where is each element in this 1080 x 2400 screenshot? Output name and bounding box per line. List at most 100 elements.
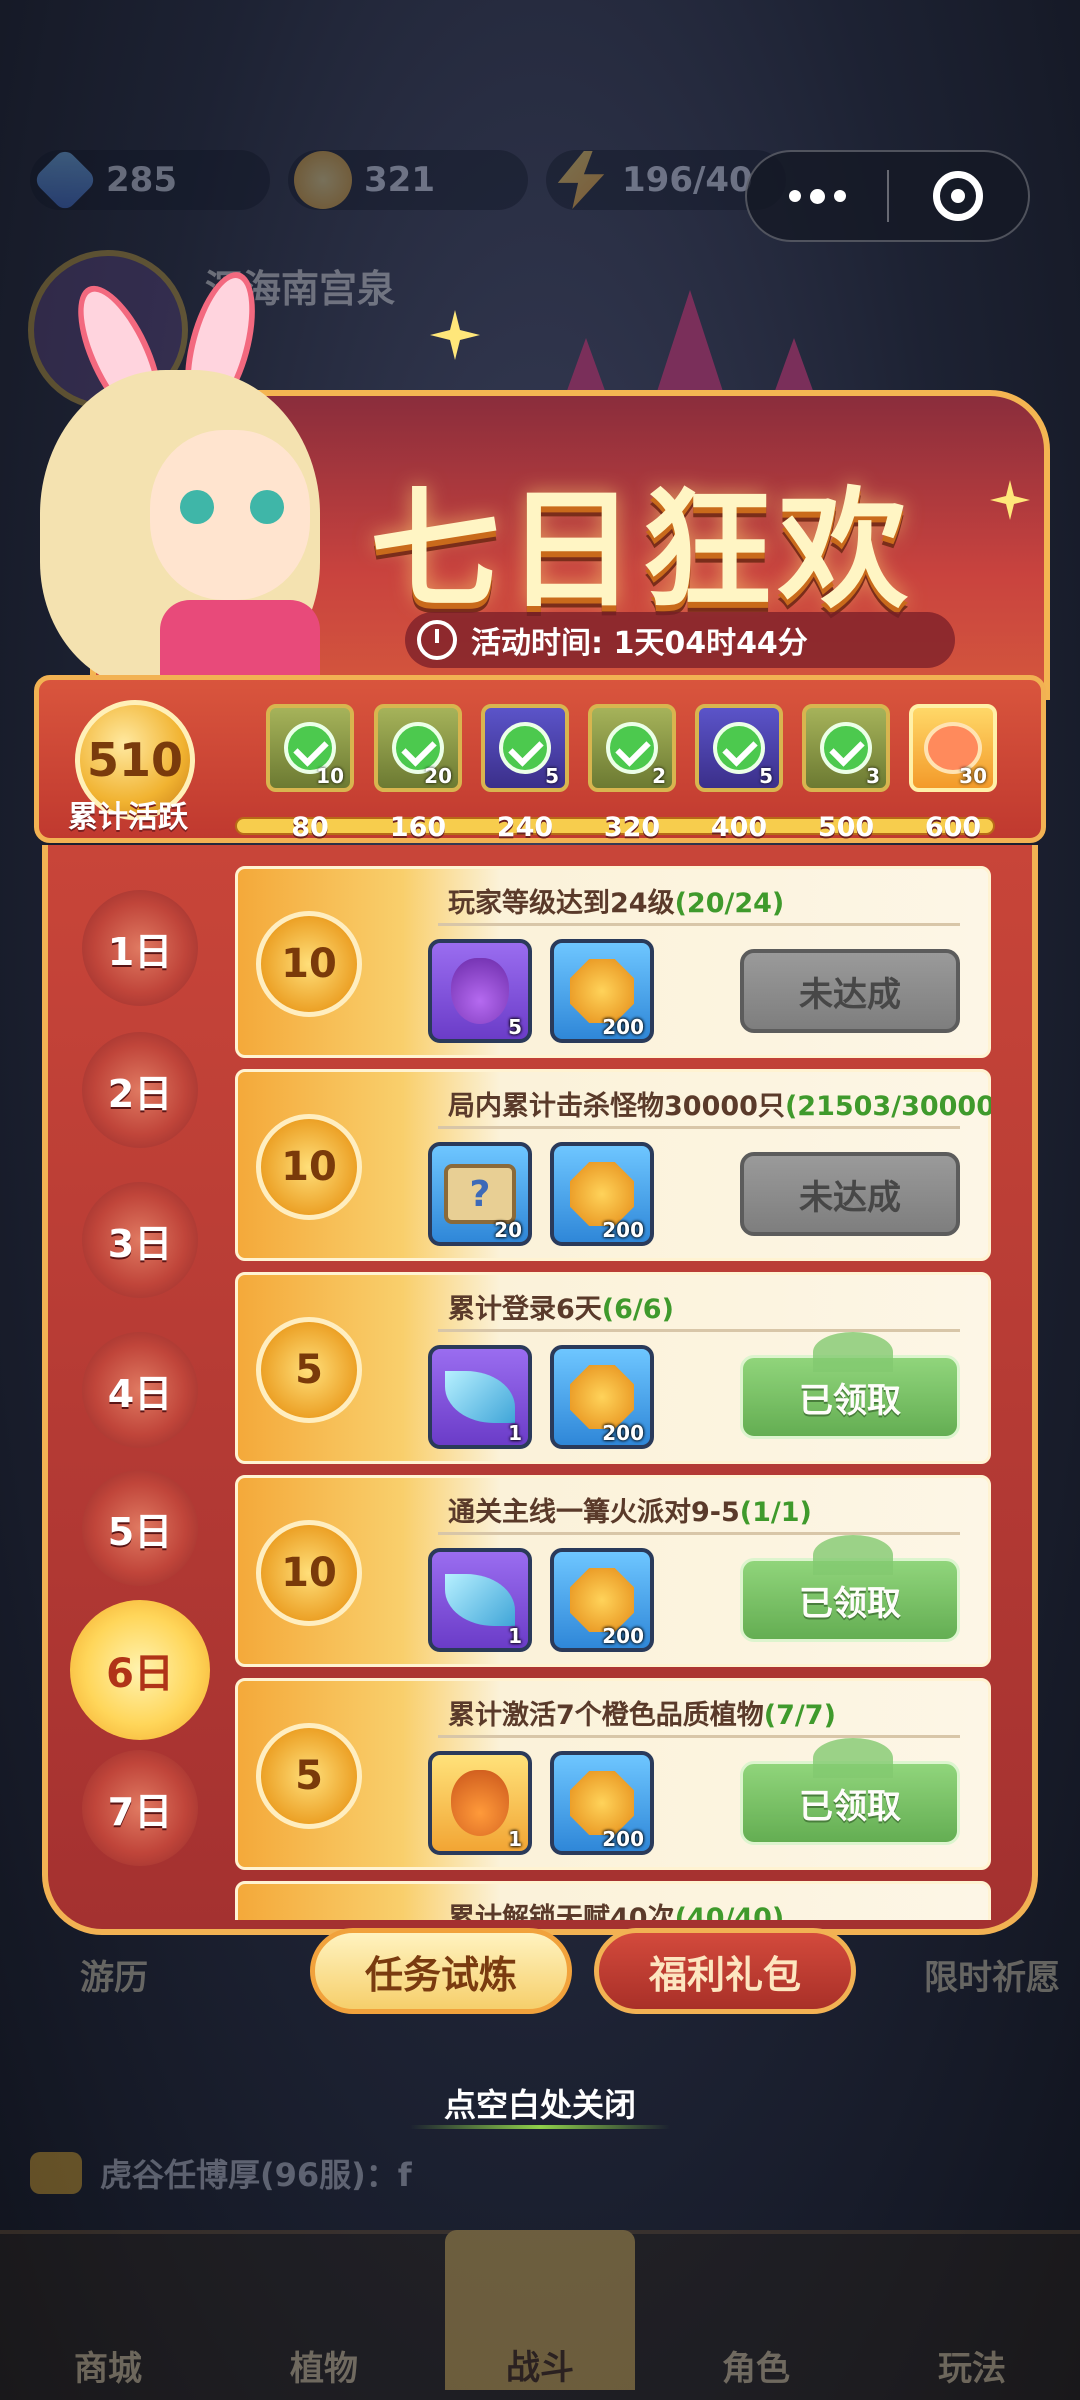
day-tab-4[interactable]: 4日 [82, 1332, 198, 1448]
reward-item[interactable]: 200 [550, 939, 654, 1043]
task-card: 10 玩家等级达到24级(20/24) 5 200 未达成 [235, 866, 991, 1058]
check-icon [713, 722, 765, 774]
milestone-reward-160[interactable]: 20 [374, 704, 462, 792]
reward-item[interactable]: ? 20 [428, 1142, 532, 1246]
task-card: 10 通关主线一篝火派对9-5(1/1) 1 200 已领取 [235, 1475, 991, 1667]
close-mini-program-button[interactable] [889, 152, 1028, 240]
task-progress: (20/24) [674, 888, 785, 919]
coin-icon [570, 1568, 634, 1632]
nav-gameplay[interactable]: 玩法 [877, 2341, 1067, 2390]
task-points-badge: 10 [256, 911, 362, 1017]
reward-item[interactable]: 1 [428, 1751, 532, 1855]
event-time-text: 活动时间: 1天04时44分 [471, 626, 808, 661]
reward-item[interactable]: 200 [550, 1345, 654, 1449]
reward-item[interactable]: 200 [550, 1751, 654, 1855]
milestone-reward-320[interactable]: 2 [588, 704, 676, 792]
coin-icon [570, 959, 634, 1023]
claimed-stamp: 已领取 [740, 1535, 960, 1642]
task-points-badge: 5 [256, 1317, 362, 1423]
claimed-stamp: 已领取 [740, 1332, 960, 1439]
task-card: 5 累计激活7个橙色品质植物(7/7) 1 200 已领取 [235, 1678, 991, 1870]
more-menu-button[interactable] [747, 152, 887, 240]
task-points-badge: 5 [256, 1723, 362, 1829]
tab-welfare-pack[interactable]: 福利礼包 [594, 1928, 856, 2014]
nav-character[interactable]: 角色 [661, 2341, 851, 2390]
limited-wish-button[interactable]: 限时祈愿 [924, 1950, 1060, 1999]
milestone-label: 500 [817, 812, 875, 843]
task-progress: (21503/30000) [784, 1091, 991, 1122]
resource-bar: 285 321 196/40 [30, 147, 786, 213]
mini-program-capsule [745, 150, 1030, 242]
gem-count: 285 [106, 160, 177, 200]
task-title: 累计激活7个橙色品质植物(7/7) [448, 1700, 836, 1731]
chat-bar[interactable]: 虎谷任博厚(96服)：f [30, 2150, 412, 2196]
claimed-stamp: 已领取 [740, 1738, 960, 1845]
nav-plants[interactable]: 植物 [229, 2341, 419, 2390]
task-status-button[interactable]: 未达成 [740, 1152, 960, 1236]
event-title: 七日狂欢 [370, 474, 915, 626]
scroll-icon: ? [444, 1164, 516, 1224]
coin-count: 321 [364, 160, 435, 200]
milestone-reward-240[interactable]: 5 [481, 704, 569, 792]
check-icon [606, 722, 658, 774]
close-hint[interactable]: 点空白处关闭 [0, 2080, 1080, 2126]
nav-shop[interactable]: 商城 [13, 2341, 203, 2390]
task-card: 10 局内累计击杀怪物30000只(21503/30000) ? 20 200 … [235, 1069, 991, 1261]
divider [438, 923, 960, 926]
milestone-label: 80 [291, 812, 329, 843]
task-title: 累计解锁天赋40次(40/40) [448, 1896, 784, 1920]
resource-gem[interactable]: 285 [30, 147, 270, 213]
energy-count: 196/40 [622, 160, 753, 200]
day-tab-2[interactable]: 2日 [82, 1032, 198, 1148]
milestone-reward-600[interactable]: 30 [909, 704, 997, 792]
leaf-icon [445, 1574, 515, 1626]
nav-battle[interactable]: 战斗 [445, 2230, 635, 2390]
reward-item[interactable]: 200 [550, 1548, 654, 1652]
task-title: 局内累计击杀怪物30000只(21503/30000) [448, 1084, 991, 1123]
travel-button[interactable]: 游历 [80, 1950, 148, 1999]
milestone-reward-80[interactable]: 10 [266, 704, 354, 792]
task-card: 5 累计登录6天(6/6) 1 200 已领取 [235, 1272, 991, 1464]
divider [438, 1126, 960, 1129]
tab-task-trial[interactable]: 任务试炼 [310, 1928, 572, 2014]
check-icon [499, 722, 551, 774]
reward-item[interactable]: 200 [550, 1142, 654, 1246]
milestone-label: 400 [710, 812, 768, 843]
coin-icon [294, 151, 352, 209]
day-tab-1[interactable]: 1日 [82, 890, 198, 1006]
task-card: 累计解锁天赋40次(40/40) [235, 1881, 991, 1920]
divider [438, 1329, 960, 1332]
milestone-reward-500[interactable]: 3 [802, 704, 890, 792]
task-list[interactable]: 10 玩家等级达到24级(20/24) 5 200 未达成 10 局内累计击杀怪… [235, 862, 991, 1920]
coin-icon [570, 1162, 634, 1226]
check-icon [820, 722, 872, 774]
resource-coin[interactable]: 321 [288, 150, 528, 210]
bunny-girl-character [0, 260, 330, 700]
reward-item[interactable]: 5 [428, 939, 532, 1043]
reward-item[interactable]: 1 [428, 1345, 532, 1449]
day-tab-3[interactable]: 3日 [82, 1182, 198, 1298]
milestone-label: 240 [496, 812, 554, 843]
milestone-reward-400[interactable]: 5 [695, 704, 783, 792]
event-tabs: 任务试炼 福利礼包 [310, 1928, 856, 2014]
task-title: 累计登录6天(6/6) [448, 1294, 674, 1325]
task-status-button[interactable]: 未达成 [740, 949, 960, 1033]
gem-icon [32, 147, 98, 213]
reward-item[interactable]: 1 [428, 1548, 532, 1652]
chat-message: 虎谷任博厚(96服)：f [100, 2156, 412, 2194]
milestone-label: 600 [924, 812, 982, 843]
day-tab-5[interactable]: 5日 [82, 1470, 198, 1586]
day-tab-6[interactable]: 6日 [70, 1600, 210, 1740]
chat-icon [30, 2152, 82, 2194]
day-selector: 1日 2日 3日 4日 5日 6日 7日 [60, 860, 220, 1866]
leaf-icon [445, 1371, 515, 1423]
divider [438, 1735, 960, 1738]
purple-potion-icon [451, 958, 509, 1024]
coin-icon [570, 1771, 634, 1835]
task-points-badge: 10 [256, 1520, 362, 1626]
bottom-nav: 商城 植物 战斗 角色 玩法 [0, 2230, 1080, 2400]
close-hint-underline [410, 2125, 670, 2129]
milestone-label: 160 [389, 812, 447, 843]
day-tab-7[interactable]: 7日 [82, 1750, 198, 1866]
active-points-label: 累计活跃 [68, 800, 188, 835]
